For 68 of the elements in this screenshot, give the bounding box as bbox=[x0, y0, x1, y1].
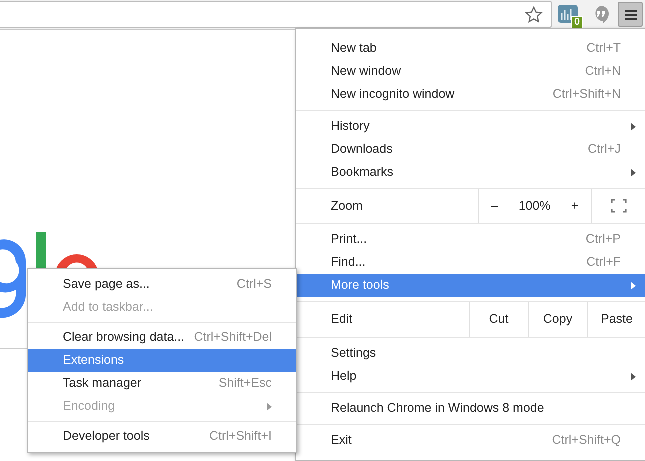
menu-item-label: Save page as... bbox=[63, 276, 150, 294]
bookmark-star-icon[interactable] bbox=[525, 6, 543, 24]
menu-item-label: Zoom bbox=[330, 198, 364, 215]
menu-item[interactable]: New incognito window Ctrl+Shift+N bbox=[296, 83, 645, 106]
menu-item[interactable]: Bookmarks bbox=[296, 161, 645, 184]
menu-item-label: New window bbox=[331, 63, 402, 80]
menu-item[interactable]: Settings bbox=[296, 342, 645, 365]
submenu-arrow-icon bbox=[631, 122, 636, 130]
menu-item-label: Clear browsing data... bbox=[63, 329, 185, 346]
menu-item-label: Settings bbox=[331, 345, 376, 362]
menu-item[interactable]: New tab Ctrl+T bbox=[296, 37, 645, 60]
shortcut-label: Ctrl+T bbox=[586, 40, 621, 58]
menu-item-label: History bbox=[331, 118, 370, 136]
menu-button[interactable] bbox=[618, 2, 643, 27]
fullscreen-icon[interactable] bbox=[611, 199, 627, 213]
shortcut-label: Ctrl+P bbox=[586, 231, 621, 248]
menu-item[interactable]: Task manager Shift+Esc bbox=[28, 372, 296, 395]
menu-item[interactable]: Clear browsing data... Ctrl+Shift+Del bbox=[28, 326, 296, 349]
menu-item[interactable]: Relaunch Chrome in Windows 8 mode bbox=[296, 397, 645, 420]
menu-item-label: Encoding bbox=[63, 398, 116, 416]
extension-icon[interactable] bbox=[557, 2, 579, 24]
menu-item-label: Help bbox=[331, 368, 357, 386]
menu-item-label: Exit bbox=[331, 432, 352, 450]
menu-item-label: New incognito window bbox=[331, 86, 455, 104]
submenu-arrow-icon bbox=[631, 372, 636, 380]
shortcut-label: Ctrl+N bbox=[585, 63, 621, 80]
menu-item-label: Extensions bbox=[63, 352, 124, 370]
zoom-in-button[interactable]: + bbox=[567, 196, 583, 216]
menu-item[interactable]: Help bbox=[296, 365, 645, 388]
shortcut-label: Ctrl+Shift+I bbox=[209, 428, 272, 446]
menu-item-label: New tab bbox=[331, 40, 377, 58]
menu-item-label: Relaunch Chrome in Windows 8 mode bbox=[331, 400, 544, 418]
shortcut-label: Ctrl+J bbox=[588, 141, 621, 158]
menu-item[interactable]: Extensions bbox=[28, 349, 296, 372]
menu-item[interactable]: Print... Ctrl+P bbox=[296, 228, 645, 251]
menu-item-label: Print... bbox=[331, 231, 368, 248]
shortcut-label: Ctrl+Shift+Q bbox=[552, 432, 621, 450]
shortcut-label: Shift+Esc bbox=[218, 375, 272, 392]
shortcut-label: Ctrl+Shift+N bbox=[552, 86, 621, 104]
shortcut-label: Ctrl+F bbox=[586, 254, 621, 272]
menu-item-label: More tools bbox=[331, 277, 390, 294]
submenu-arrow-icon bbox=[267, 402, 272, 410]
submenu-arrow-icon bbox=[631, 282, 636, 290]
menu-item-label: Developer tools bbox=[63, 428, 150, 446]
shortcut-label: Ctrl+Shift+Del bbox=[194, 329, 272, 346]
submenu-arrow-icon bbox=[631, 168, 636, 176]
menu-item-label: Task manager bbox=[63, 375, 142, 392]
edit-action-button[interactable]: Cut bbox=[469, 302, 528, 337]
menu-item[interactable]: Save page as... Ctrl+S bbox=[28, 273, 296, 296]
menu-item[interactable]: Exit Ctrl+Shift+Q bbox=[296, 429, 645, 452]
menu-item[interactable]: New window Ctrl+N bbox=[296, 60, 645, 83]
menu-icon bbox=[624, 8, 638, 20]
edit-action-button[interactable]: Copy bbox=[528, 302, 587, 337]
shortcut-label: Ctrl+S bbox=[236, 276, 272, 294]
menu-item[interactable]: Find... Ctrl+F bbox=[296, 251, 645, 274]
menu-item-label: Downloads bbox=[331, 141, 393, 158]
menu-item-label: Bookmarks bbox=[331, 164, 394, 182]
menu-item-label: Find... bbox=[331, 254, 366, 272]
menu-item[interactable]: More tools bbox=[296, 274, 645, 297]
extension-badge: 0 bbox=[571, 16, 583, 28]
menu-item-label: Add to taskbar... bbox=[63, 299, 154, 316]
menu-item[interactable]: Downloads Ctrl+J bbox=[296, 138, 645, 161]
zoom-level: 100% bbox=[518, 198, 551, 215]
menu-item-label: Edit bbox=[330, 311, 354, 328]
edit-action-button[interactable]: Paste bbox=[587, 302, 645, 337]
menu-item[interactable]: Developer tools Ctrl+Shift+I bbox=[28, 425, 296, 448]
menu-item[interactable]: History bbox=[296, 115, 645, 138]
zoom-out-button[interactable]: – bbox=[487, 196, 502, 216]
